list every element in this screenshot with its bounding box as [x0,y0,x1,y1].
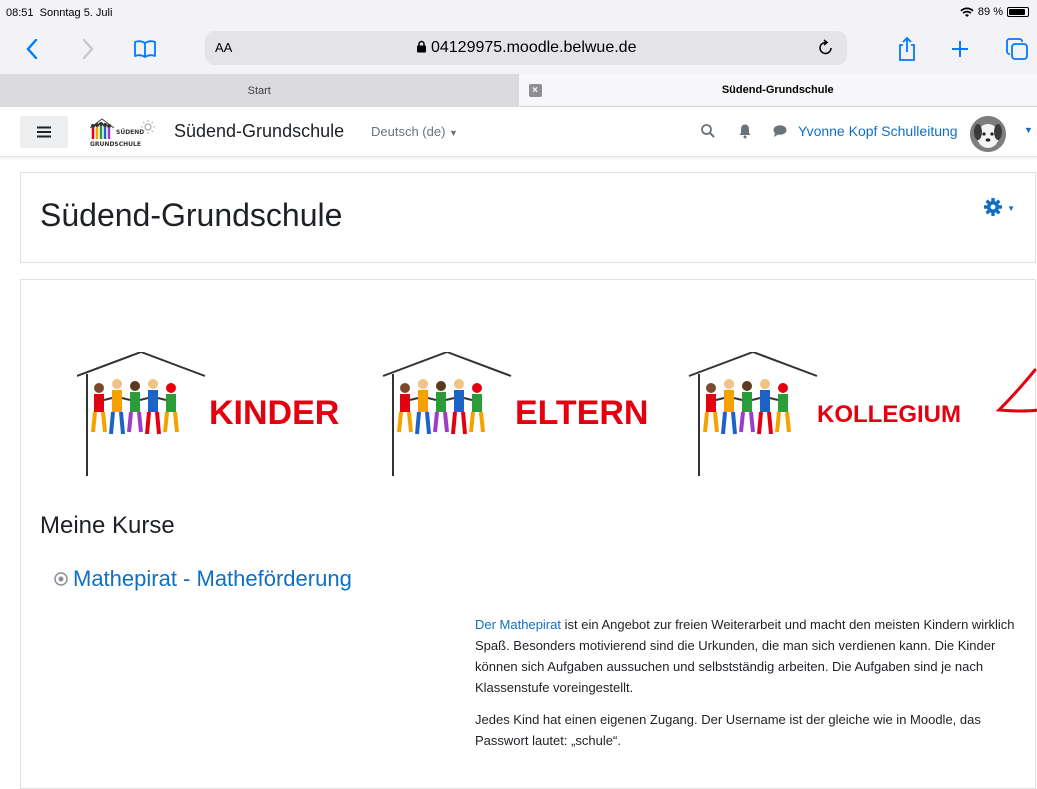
status-time-date: 08:51 Sonntag 5. Juli [6,7,112,19]
messages-icon[interactable] [772,123,788,139]
share-icon [897,36,917,62]
tab-label: Südend-Grundschule [722,84,834,96]
status-date: Sonntag 5. Juli [40,7,113,19]
tab-suedend-grundschule[interactable]: × Südend-Grundschule [519,74,1037,107]
lock-icon [416,40,427,53]
browser-tab-bar: Start × Südend-Grundschule [0,74,1037,107]
chevron-right-icon [82,39,94,59]
banner-item-eltern[interactable]: ELTERN [383,352,648,476]
tabs-overview-button[interactable] [1002,34,1032,64]
back-button[interactable] [22,34,42,64]
search-icon[interactable] [700,123,716,139]
banner-label-eltern: ELTERN [515,394,648,432]
svg-text:GRUNDSCHULE: GRUNDSCHULE [90,141,141,148]
chevron-left-icon [26,39,38,59]
mathepirat-link[interactable]: Der Mathepirat [475,617,561,632]
course-title: Mathepirat - Matheförderung [73,566,352,592]
wifi-icon [960,7,974,18]
address-bar[interactable]: AA 04129975.moodle.belwue.de [205,31,847,65]
battery-percent: 89 % [978,6,1003,18]
settings-menu-button[interactable]: ▼ [983,197,1015,222]
moodle-navbar: SÜDEND GRUNDSCHULE Südend-Grundschule De… [0,107,1037,157]
course-summary-paragraph-1: Der Mathepirat ist ein Angebot zur freie… [475,614,1015,698]
plus-icon [950,39,970,59]
user-name-link[interactable]: Yvonne Kopf Schulleitung [798,123,958,139]
tab-label: Start [248,85,271,97]
book-icon [133,39,157,59]
course-icon [53,571,69,587]
school-logo[interactable]: SÜDEND GRUNDSCHULE [88,115,170,149]
tabs-icon [1005,37,1029,61]
gear-icon [983,197,1003,217]
site-name-link[interactable]: Südend-Grundschule [174,121,344,142]
share-button[interactable] [893,34,921,64]
course-link-mathepirat[interactable]: Mathepirat - Matheförderung [53,566,352,592]
bell-icon[interactable] [738,123,752,139]
annotation-arrow-icon [999,370,1037,411]
group-links-banner: KINDER ELTERN KOLLEGIUM [77,352,1037,482]
language-label: Deutsch (de) [371,124,445,139]
course-summary-paragraph-2: Jedes Kind hat einen eigenen Zugang. Der… [475,709,1015,751]
caret-down-icon: ▼ [1007,204,1015,213]
close-tab-icon[interactable]: × [529,84,542,97]
course-summary: Der Mathepirat ist ein Angebot zur freie… [475,614,1015,762]
hamburger-icon [37,126,51,138]
menu-toggle-button[interactable] [20,116,68,148]
dog-avatar-icon [970,116,1006,152]
status-time: 08:51 [6,7,34,19]
language-menu[interactable]: Deutsch (de) ▼ [371,124,458,139]
tab-start[interactable]: Start [0,74,519,107]
status-right: 89 % [960,6,1029,18]
banner-item-kinder[interactable]: KINDER [77,352,339,476]
user-avatar[interactable] [970,116,1006,152]
bookmarks-button[interactable] [130,34,160,64]
new-tab-button[interactable] [946,34,974,64]
url-display[interactable]: 04129975.moodle.belwue.de [205,39,847,57]
user-menu-caret-icon[interactable]: ▼ [1024,125,1033,135]
page-header: Südend-Grundschule ▼ [20,172,1036,263]
my-courses-heading: Meine Kurse [40,512,175,540]
page-title: Südend-Grundschule [40,197,342,234]
forward-button[interactable] [78,34,98,64]
main-content: KINDER ELTERN KOLLEGIUM Meine Kurse Math… [20,279,1036,789]
svg-text:SÜDEND: SÜDEND [116,129,144,136]
url-text: 04129975.moodle.belwue.de [431,39,637,56]
reload-icon[interactable] [817,37,835,57]
banner-label-kinder: KINDER [209,394,339,432]
banner-label-kollegium: KOLLEGIUM [817,401,961,428]
browser-toolbar: AA 04129975.moodle.belwue.de [0,24,1037,74]
battery-icon [1007,7,1029,17]
caret-down-icon: ▼ [449,128,458,138]
banner-item-kollegium[interactable]: KOLLEGIUM [689,352,961,476]
ios-status-bar: 08:51 Sonntag 5. Juli 89 % [0,0,1037,24]
